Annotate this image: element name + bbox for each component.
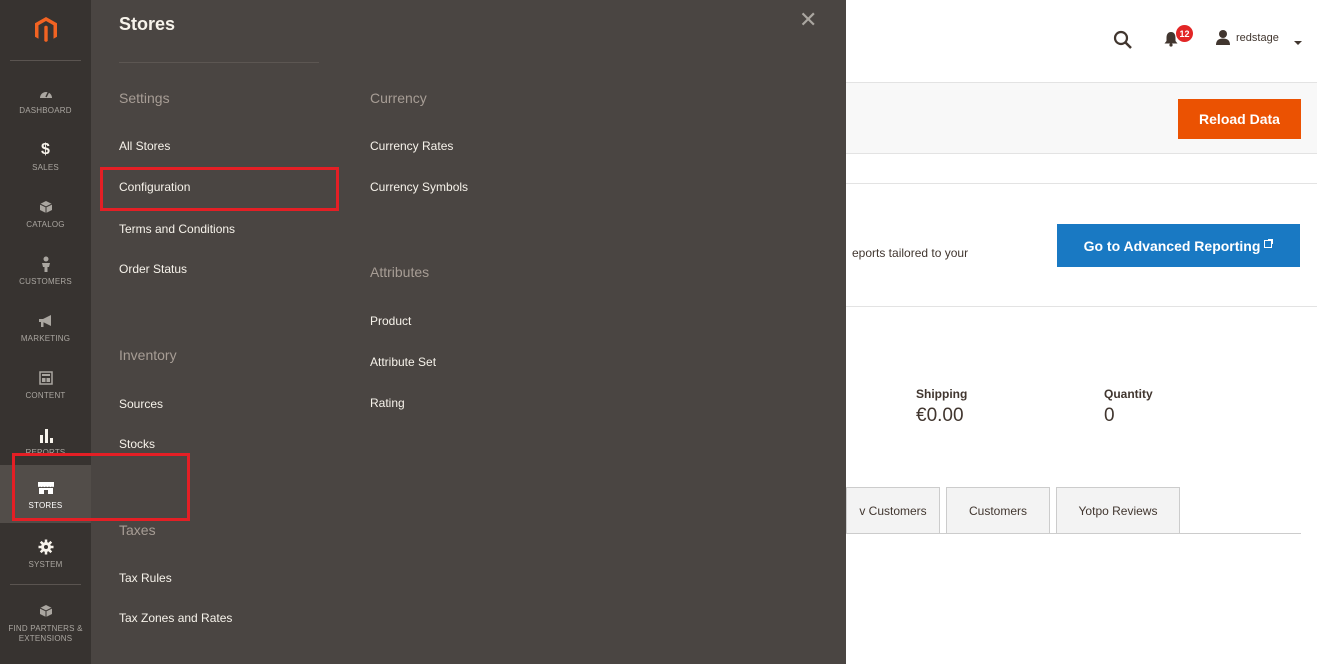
menu-link-rating[interactable]: Rating	[370, 396, 405, 410]
menu-link-currency-rates[interactable]: Currency Rates	[370, 139, 453, 153]
cube-icon	[39, 196, 53, 218]
layout-icon	[38, 367, 53, 389]
flyout-title: Stores	[119, 14, 176, 34]
sidebar-item-stores[interactable]: STORES	[0, 465, 91, 523]
menu-link-configuration[interactable]: Configuration	[119, 180, 190, 194]
title-divider	[119, 62, 319, 63]
sidebar-item-label: MARKETING	[20, 334, 71, 343]
menu-link-all-stores[interactable]: All Stores	[119, 139, 170, 153]
advanced-reporting-label: Go to Advanced Reporting	[1083, 237, 1261, 254]
notification-count-badge[interactable]: 12	[1176, 25, 1193, 42]
megaphone-icon	[38, 310, 54, 332]
menu-link-tax-rules[interactable]: Tax Rules	[119, 571, 172, 585]
sidebar-item-system[interactable]: SYSTEM	[0, 524, 91, 582]
partners-cube-icon	[39, 600, 53, 622]
external-link-icon	[1264, 235, 1274, 251]
divider	[846, 183, 1317, 184]
menu-link-tax-zones-and-rates[interactable]: Tax Zones and Rates	[119, 611, 232, 625]
sidebar-item-catalog[interactable]: CATALOG	[0, 184, 91, 242]
menu-link-sources[interactable]: Sources	[119, 397, 163, 411]
sidebar-item-label: CATALOG	[26, 220, 65, 229]
sidebar-divider	[10, 60, 81, 61]
sidebar-item-label: CUSTOMERS	[19, 277, 72, 286]
menu-link-currency-symbols[interactable]: Currency Symbols	[370, 180, 468, 194]
sidebar-item-customers[interactable]: CUSTOMERS	[0, 241, 91, 299]
sidebar-item-label: SALES	[32, 163, 59, 172]
user-icon[interactable]	[1215, 29, 1231, 50]
bar-chart-icon	[39, 424, 53, 446]
advanced-reporting-text: eports tailored to your	[852, 246, 969, 260]
shipping-value: €0.00	[916, 405, 964, 426]
sidebar-item-label: STORES	[28, 501, 63, 510]
quantity-label: Quantity	[1104, 387, 1153, 401]
quantity-value: 0	[1104, 405, 1115, 426]
section-heading-taxes: Taxes	[119, 522, 156, 538]
sidebar-item-label: CONTENT	[25, 391, 66, 400]
person-icon	[41, 253, 51, 275]
sidebar-item-label: DASHBOARD	[19, 106, 72, 115]
tab-new-customers[interactable]: v Customers	[846, 487, 940, 533]
shipping-label: Shipping	[916, 387, 968, 401]
admin-sidebar: DASHBOARD $ SALES CATALOG CUSTOMERS MARK…	[0, 0, 91, 664]
sidebar-item-label: REPORTS	[25, 448, 66, 457]
section-heading-settings: Settings	[119, 90, 170, 106]
menu-link-order-status[interactable]: Order Status	[119, 262, 187, 276]
sidebar-item-marketing[interactable]: MARKETING	[0, 298, 91, 356]
tabs-divider	[846, 533, 1301, 534]
tab-customers[interactable]: Customers	[946, 487, 1050, 533]
search-icon[interactable]	[1113, 30, 1133, 55]
sidebar-divider	[10, 584, 81, 585]
sidebar-item-find-partners[interactable]: FIND PARTNERS & EXTENSIONS	[0, 592, 91, 652]
menu-link-product[interactable]: Product	[370, 314, 411, 328]
stores-flyout-menu: Stores ✕ Settings All Stores Configurati…	[91, 0, 846, 664]
menu-link-attribute-set[interactable]: Attribute Set	[370, 355, 436, 369]
caret-down-icon[interactable]	[1294, 34, 1302, 52]
sidebar-item-label: FIND PARTNERS & EXTENSIONS	[8, 624, 83, 643]
user-name[interactable]: redstage	[1236, 32, 1279, 44]
storefront-icon	[37, 477, 55, 499]
gear-icon	[38, 536, 54, 558]
section-heading-inventory: Inventory	[119, 347, 177, 363]
dollar-icon: $	[41, 141, 50, 158]
close-icon[interactable]: ✕	[799, 8, 817, 32]
dashboard-gauge-icon	[39, 82, 53, 104]
menu-link-terms-and-conditions[interactable]: Terms and Conditions	[119, 222, 235, 236]
section-heading-currency: Currency	[370, 90, 427, 106]
menu-link-stocks[interactable]: Stocks	[119, 437, 155, 451]
sidebar-item-dashboard[interactable]: DASHBOARD	[0, 70, 91, 128]
reload-data-button[interactable]: Reload Data	[1178, 99, 1301, 139]
tab-yotpo-reviews[interactable]: Yotpo Reviews	[1056, 487, 1180, 533]
magento-logo-icon[interactable]	[0, 0, 91, 60]
section-heading-attributes: Attributes	[370, 264, 430, 280]
sidebar-item-label: SYSTEM	[28, 560, 63, 569]
sidebar-item-reports[interactable]: REPORTS	[0, 412, 91, 470]
sidebar-item-sales[interactable]: $ SALES	[0, 127, 91, 185]
go-to-advanced-reporting-button[interactable]: Go to Advanced Reporting	[1057, 224, 1300, 267]
divider	[846, 306, 1317, 307]
sidebar-item-content[interactable]: CONTENT	[0, 355, 91, 413]
